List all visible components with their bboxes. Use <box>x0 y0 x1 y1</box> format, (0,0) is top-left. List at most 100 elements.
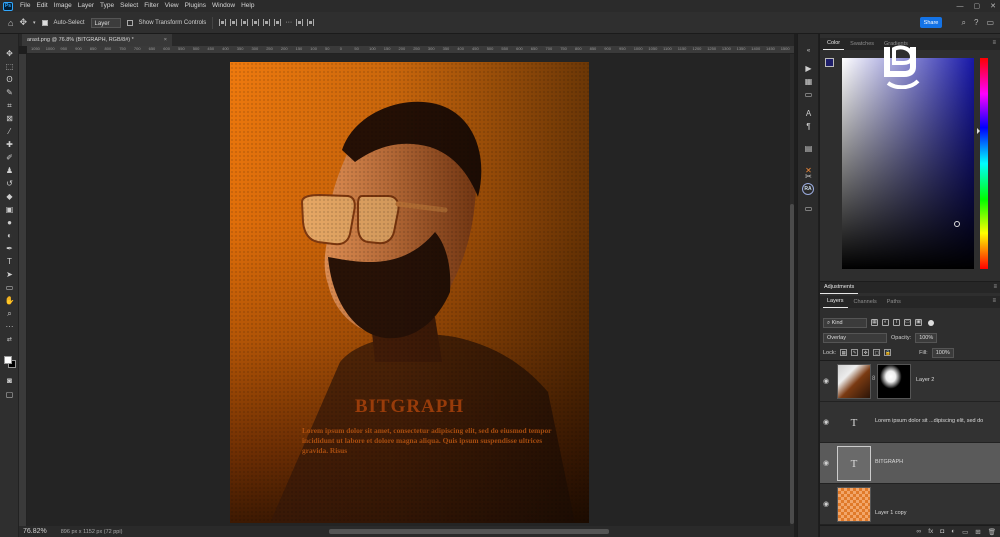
eye-icon[interactable]: ◉ <box>823 459 829 467</box>
photoshop-logo-icon[interactable]: Ps <box>3 1 13 11</box>
collapse-panels-icon[interactable]: « <box>803 46 814 56</box>
home-icon[interactable]: ⌂ <box>8 18 13 28</box>
smart-object-filter-icon[interactable]: ▣ <box>915 319 922 326</box>
character-icon[interactable]: A <box>803 109 814 119</box>
comments-icon[interactable]: ▭ <box>803 90 814 100</box>
move-tool-icon[interactable]: ✥ <box>19 17 27 28</box>
menu-edit[interactable]: Edit <box>33 0 50 12</box>
hue-slider[interactable] <box>980 58 988 269</box>
type-tool-icon[interactable]: T <box>3 256 16 267</box>
eye-icon[interactable]: ◉ <box>823 377 829 385</box>
eye-icon[interactable]: ◉ <box>823 418 829 426</box>
layer-thumbnail[interactable] <box>837 487 871 522</box>
foreground-color-swatch[interactable] <box>4 356 12 364</box>
document-info[interactable]: 896 px x 1152 px (72 ppi) <box>61 529 123 535</box>
menu-plugins[interactable]: Plugins <box>182 0 209 12</box>
menu-window[interactable]: Window <box>209 0 238 12</box>
layer-name[interactable]: Layer 1 copy <box>875 510 907 516</box>
chevron-down-icon[interactable]: ▾ <box>33 20 36 26</box>
quick-select-tool-icon[interactable]: ✎ <box>3 87 16 98</box>
healing-brush-tool-icon[interactable]: ✚ <box>3 139 16 150</box>
layer-row[interactable]: ◉ Layer 1 copy <box>820 484 1000 525</box>
more-tools-icon[interactable]: ··· <box>3 321 16 332</box>
history-brush-tool-icon[interactable]: ↺ <box>3 178 16 189</box>
pen-tool-icon[interactable]: ✒ <box>3 243 16 254</box>
vertical-scroll-thumb[interactable] <box>790 204 794 524</box>
distribute-spacing-icon[interactable] <box>307 19 315 26</box>
lock-image-icon[interactable]: ✎ <box>851 349 859 356</box>
layers-panel-menu-icon[interactable]: ≡ <box>992 298 996 304</box>
align-middle-icon[interactable] <box>263 19 271 26</box>
menu-help[interactable]: Help <box>238 0 257 12</box>
lock-all-icon[interactable]: 🔒 <box>884 349 892 356</box>
transform-controls-checkbox[interactable] <box>126 19 133 26</box>
menu-filter[interactable]: Filter <box>141 0 161 12</box>
blend-mode-dropdown[interactable]: Overlay <box>823 332 887 343</box>
menu-view[interactable]: View <box>162 0 182 12</box>
panel-menu-icon[interactable]: ≡ <box>992 40 996 46</box>
stamp-tool-icon[interactable]: ♟ <box>3 165 16 176</box>
auto-select-target-dropdown[interactable]: Layer <box>90 17 121 28</box>
minimize-icon[interactable]: — <box>957 3 964 10</box>
align-right-icon[interactable] <box>241 19 249 26</box>
menu-image[interactable]: Image <box>51 0 75 12</box>
path-selection-tool-icon[interactable]: ➤ <box>3 269 16 280</box>
layer-row[interactable]: ◉ T Lorem ipsum dolor sit ...dipiscing e… <box>820 402 1000 443</box>
vertical-scrollbar[interactable] <box>790 54 794 526</box>
layer-mask-thumbnail[interactable] <box>877 364 911 399</box>
blur-tool-icon[interactable]: ● <box>3 217 16 228</box>
more-options-icon[interactable]: ··· <box>285 19 292 26</box>
align-bottom-icon[interactable] <box>274 19 282 26</box>
link-layers-icon[interactable]: ∞ <box>917 528 922 535</box>
shape-tool-icon[interactable]: ▭ <box>3 282 16 293</box>
adjustment-layer-icon[interactable]: ◐ <box>951 528 955 535</box>
maximize-icon[interactable]: ▢ <box>974 2 981 10</box>
share-button[interactable]: Share <box>920 17 942 28</box>
tab-layers[interactable]: Layers <box>823 296 848 308</box>
info-icon[interactable]: ▦ <box>803 77 814 87</box>
close-icon[interactable]: ✕ <box>990 2 996 10</box>
type-layer-icon[interactable]: T <box>837 446 871 481</box>
canvas-area[interactable]: BITGRAPH Lorem ipsum dolor sit amet, con… <box>27 54 794 526</box>
auto-select-checkbox[interactable] <box>41 19 48 26</box>
kind-filter-dropdown[interactable]: ⌕ Kind <box>823 317 867 328</box>
dodge-tool-icon[interactable]: ◐ <box>3 230 16 241</box>
tab-adjustments[interactable]: Adjustments <box>820 282 859 294</box>
layer-name[interactable]: BITGRAPH <box>875 459 903 465</box>
screen-mode-icon[interactable]: ▢ <box>3 389 16 400</box>
distribute-icon[interactable] <box>296 19 304 26</box>
workspace-icon[interactable]: ▭ <box>986 18 994 28</box>
frame-tool-icon[interactable]: ⊠ <box>3 113 16 124</box>
lock-artboard-icon[interactable]: ▢ <box>873 349 881 356</box>
zoom-level[interactable]: 76.82% <box>23 528 47 535</box>
lasso-tool-icon[interactable]: ʘ <box>3 74 16 85</box>
tools-cross-icon[interactable]: ✂ <box>803 172 814 182</box>
document-canvas[interactable]: BITGRAPH Lorem ipsum dolor sit amet, con… <box>230 62 589 523</box>
properties-icon[interactable]: ▭ <box>803 204 814 214</box>
filter-toggle[interactable] <box>928 319 934 326</box>
lock-position-icon[interactable]: ✥ <box>862 349 870 356</box>
align-left-icon[interactable] <box>219 19 227 26</box>
shape-filter-icon[interactable]: ▭ <box>904 319 911 326</box>
horizontal-scroll-thumb[interactable] <box>329 529 609 534</box>
play-icon[interactable]: ▶ <box>803 64 814 74</box>
zoom-tool-icon[interactable]: ⌕ <box>3 308 16 319</box>
ra-plugin-icon[interactable]: RA <box>802 183 814 195</box>
new-group-icon[interactable]: ▭ <box>962 528 968 536</box>
hand-tool-icon[interactable]: ✋ <box>3 295 16 306</box>
opacity-input[interactable]: 100% <box>915 332 938 343</box>
align-top-icon[interactable] <box>252 19 260 26</box>
libraries-icon[interactable]: ▤ <box>803 144 814 154</box>
tab-channels[interactable]: Channels <box>850 297 881 308</box>
type-layer-icon[interactable]: T <box>837 405 871 440</box>
close-icon[interactable]: × <box>164 34 167 46</box>
menu-type[interactable]: Type <box>97 0 117 12</box>
marquee-tool-icon[interactable]: ⬚ <box>3 61 16 72</box>
move-tool-icon[interactable]: ✥ <box>3 48 16 59</box>
tab-paths[interactable]: Paths <box>883 297 905 308</box>
eraser-tool-icon[interactable]: ◆ <box>3 191 16 202</box>
layer-name[interactable]: Lorem ipsum dolor sit ...dipiscing elit,… <box>875 418 983 424</box>
new-layer-icon[interactable]: ⊞ <box>975 528 980 536</box>
color-picker-cursor[interactable] <box>954 221 960 227</box>
color-picker-field[interactable] <box>842 58 974 269</box>
